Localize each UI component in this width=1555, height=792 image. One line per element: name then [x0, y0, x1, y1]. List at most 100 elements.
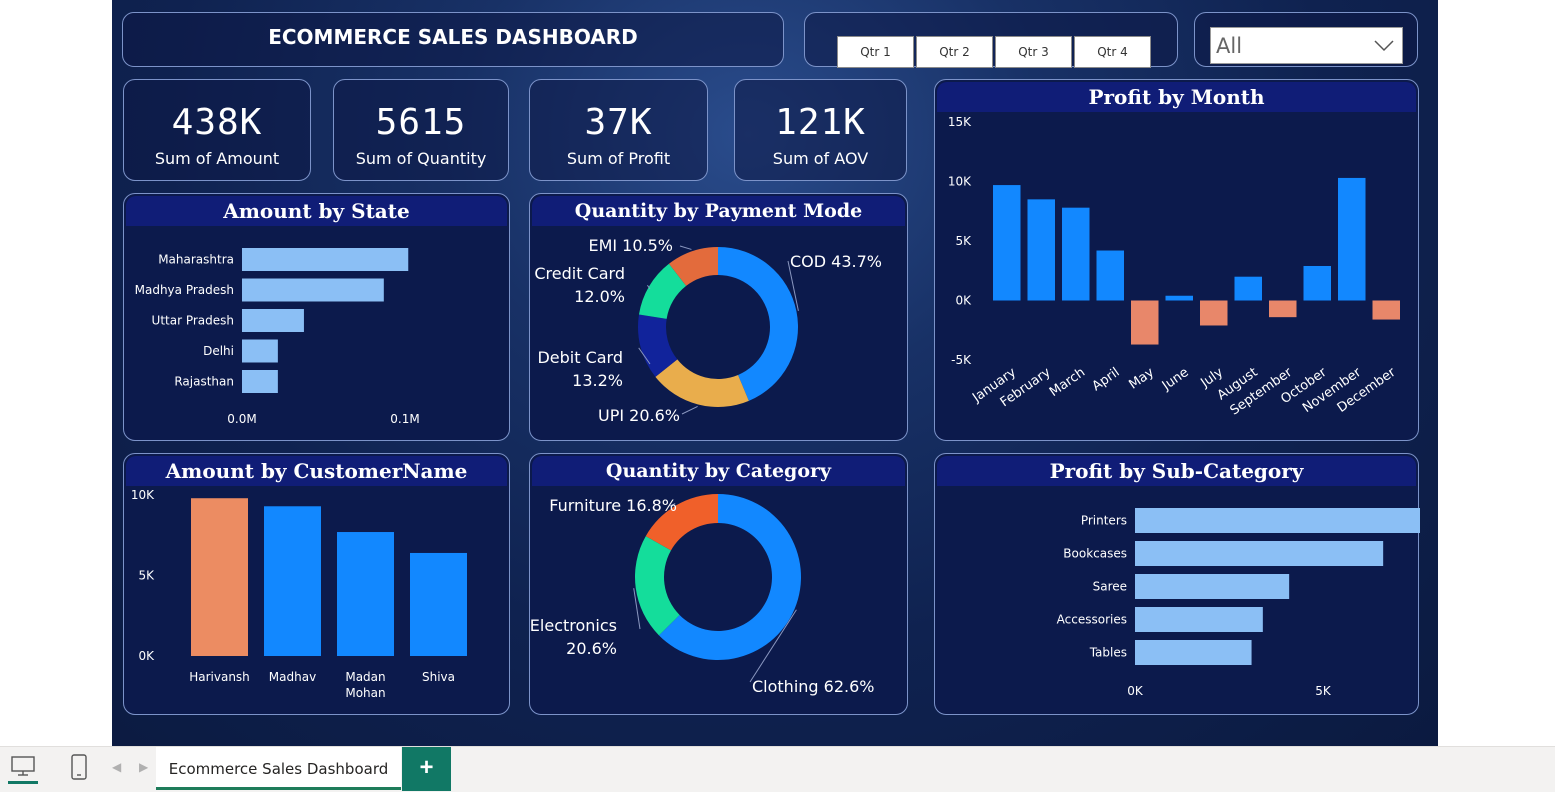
- mobile-view-icon[interactable]: [68, 753, 90, 781]
- month-bar: [1131, 300, 1159, 345]
- bar: [1135, 640, 1252, 665]
- bar: [1135, 508, 1420, 533]
- y-tick-label: 15K: [948, 115, 972, 129]
- y-tick-label: 10K: [948, 175, 972, 189]
- bar: [242, 309, 304, 332]
- slice-label: EMI 10.5%: [588, 236, 673, 255]
- month-bar: [1372, 300, 1400, 320]
- donut-slice: [635, 536, 680, 636]
- category-chart: Clothing 62.6% Electronics 20.6% Furniture …: [530, 494, 874, 696]
- x-tick-label: Madhav: [269, 670, 316, 684]
- kpi-label: Sum of Profit: [566, 149, 671, 168]
- month-bar: [1303, 265, 1331, 301]
- page-tab-dashboard[interactable]: Ecommerce Sales Dashboard: [156, 747, 401, 790]
- qtr-3-button[interactable]: Qtr 3: [995, 36, 1072, 68]
- category-label: Delhi: [203, 344, 234, 358]
- profit-by-subcategory-chart: Printers Bookcases Saree Accessories Tables 0…: [1057, 508, 1420, 698]
- qtr-4-button[interactable]: Qtr 4: [1074, 36, 1151, 68]
- bar: [1135, 541, 1384, 566]
- y-tick-label: 5K: [138, 569, 155, 583]
- x-tick-label: 0K: [1127, 684, 1144, 698]
- kpi-card-aov: 121K Sum of AOV: [734, 79, 907, 181]
- customer-bar: [410, 552, 467, 656]
- x-tick-label: 5K: [1315, 684, 1332, 698]
- x-tick-label: March: [1047, 365, 1088, 400]
- category-label: Maharashtra: [158, 253, 234, 267]
- category-visual[interactable]: Quantity by Category Clothing 62.6% Elect…: [529, 453, 908, 715]
- desktop-view-icon[interactable]: [10, 753, 36, 779]
- payment-mode-chart: COD 43.7% UPI 20.6% Debit Card 13.2% Credit …: [534, 236, 882, 425]
- bar: [1135, 607, 1263, 632]
- x-tick-label: 0.1M: [390, 412, 419, 426]
- page-navigation-bar: ◀ ▶ Ecommerce Sales Dashboard +: [0, 746, 1555, 792]
- bar: [1135, 574, 1290, 599]
- kpi-value: 5615: [375, 102, 467, 143]
- month-bar: [993, 185, 1021, 301]
- y-tick-label: -5K: [951, 353, 972, 367]
- slice-label: UPI 20.6%: [598, 406, 680, 425]
- amount-by-state-visual[interactable]: Amount by State Maharashtra Madhya Prades…: [123, 193, 510, 441]
- customer-bar: [337, 532, 394, 656]
- title-card: ECOMMERCE SALES DASHBOARD: [122, 12, 784, 67]
- month-bar: [1027, 199, 1055, 301]
- filter-dropdown[interactable]: All: [1210, 27, 1403, 64]
- amount-by-customer-visual[interactable]: Amount by CustomerName 10K 5K 0K Harivansh M…: [123, 453, 510, 715]
- month-bar: [1165, 295, 1193, 301]
- active-view-indicator: [8, 781, 38, 784]
- report-canvas: ECOMMERCE SALES DASHBOARD Qtr 1 Qtr 2 Qt…: [112, 0, 1438, 746]
- amount-by-state-chart: Maharashtra Madhya Pradesh Uttar Pradesh De…: [135, 248, 420, 426]
- y-tick-label: 10K: [131, 488, 155, 502]
- category-label: Madhya Pradesh: [135, 283, 234, 297]
- y-tick-label: 0K: [955, 294, 972, 308]
- category-label: Accessories: [1057, 613, 1127, 627]
- leader-line: [679, 245, 692, 250]
- kpi-label: Sum of AOV: [772, 149, 869, 168]
- next-page-icon[interactable]: ▶: [139, 760, 148, 774]
- slice-label: Clothing 62.6%: [752, 677, 874, 696]
- bar: [242, 339, 278, 363]
- category-label: Bookcases: [1063, 547, 1127, 561]
- slice-label: Electronics 20.6%: [530, 616, 617, 658]
- month-bar: [1234, 276, 1262, 301]
- qtr-1-button[interactable]: Qtr 1: [837, 36, 914, 68]
- bar: [242, 278, 384, 302]
- kpi-label: Sum of Amount: [154, 149, 280, 168]
- profit-by-month-chart: 15K10K5K0K-5KJanuaryFebruaryMarch April Ma…: [948, 115, 1400, 418]
- profit-by-subcategory-visual[interactable]: Profit by Sub-Category Printers Bookcases…: [934, 453, 1420, 715]
- slice-label: Credit Card 12.0%: [534, 264, 625, 306]
- customer-bar: [264, 506, 321, 656]
- x-tick-label: May: [1126, 365, 1157, 393]
- category-label: Tables: [1089, 646, 1127, 660]
- category-label: Rajasthan: [174, 375, 234, 389]
- add-page-button[interactable]: +: [402, 747, 451, 791]
- x-tick-label: Harivansh: [189, 670, 250, 684]
- slice-label: COD 43.7%: [790, 252, 882, 271]
- kpi-card-profit: 37K Sum of Profit: [529, 79, 708, 181]
- kpi-label: Sum of Quantity: [355, 149, 487, 168]
- kpi-value: 438K: [171, 102, 263, 143]
- y-tick-label: 5K: [955, 234, 972, 248]
- previous-page-icon[interactable]: ◀: [112, 760, 121, 774]
- kpi-card-quantity: 5615 Sum of Quantity: [333, 79, 509, 181]
- month-bar: [1338, 177, 1366, 301]
- dashboard-title: ECOMMERCE SALES DASHBOARD: [268, 25, 638, 49]
- kpi-value: 121K: [775, 102, 866, 143]
- x-tick-label: Madan Mohan: [345, 670, 385, 700]
- slice-label: Furniture 16.8%: [549, 496, 677, 515]
- bar: [242, 370, 278, 393]
- filter-value: All: [1216, 34, 1243, 58]
- month-bar: [1200, 300, 1228, 326]
- qtr-2-button[interactable]: Qtr 2: [916, 36, 993, 68]
- chevron-down-icon: [1374, 40, 1394, 52]
- x-tick-label: Shiva: [422, 670, 455, 684]
- payment-mode-visual[interactable]: Quantity by Payment Mode COD 43.7% UPI 20…: [529, 193, 908, 441]
- x-tick-label: June: [1159, 365, 1192, 394]
- x-tick-label: 0.0M: [227, 412, 256, 426]
- category-label: Uttar Pradesh: [152, 314, 234, 328]
- quarter-slicer: Qtr 1 Qtr 2 Qtr 3 Qtr 4: [804, 12, 1178, 68]
- bar: [242, 248, 409, 271]
- slice-label: Debit Card 13.2%: [537, 348, 623, 390]
- y-tick-label: 0K: [138, 649, 155, 663]
- profit-by-month-visual[interactable]: Profit by Month 15K 10K 5K 0K -5K January Febr…: [934, 79, 1419, 441]
- amount-by-customer-chart: 10K 5K 0K Harivansh Madhav Madan Mohan Shiva: [131, 488, 467, 700]
